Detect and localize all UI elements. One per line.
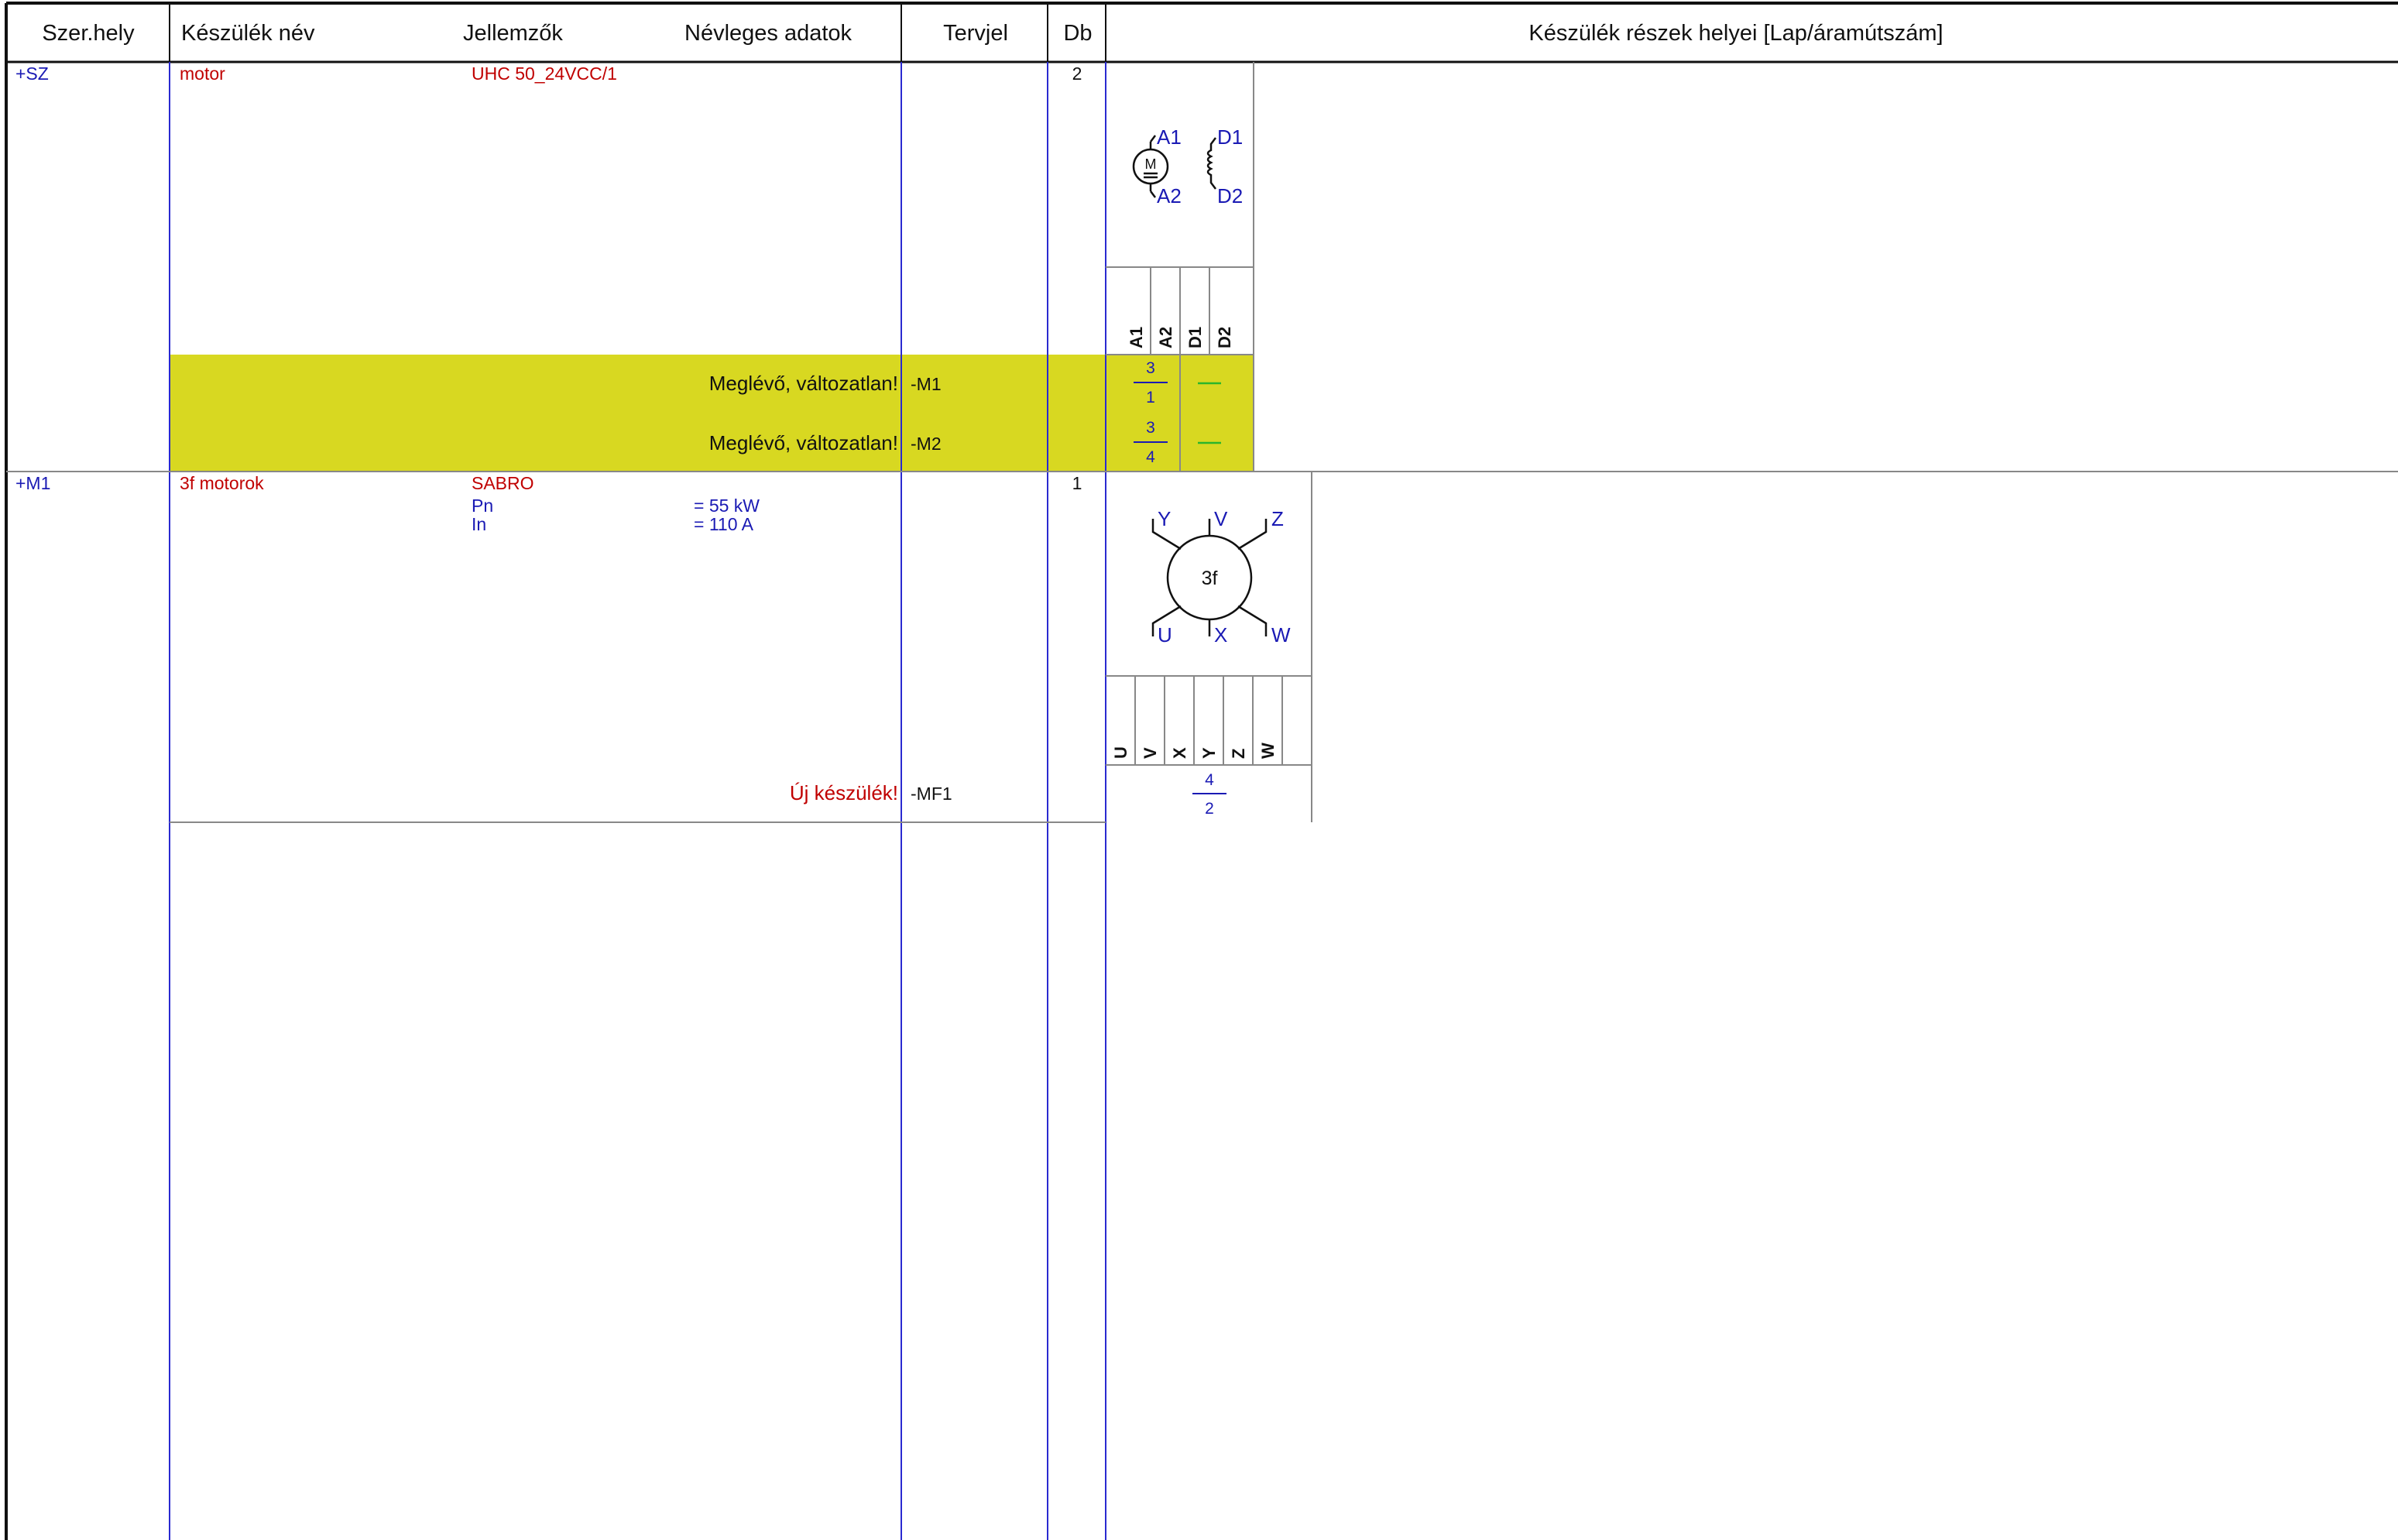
terminal-label-a2: A2 — [1157, 184, 1182, 208]
terminal-label-z: Z — [1271, 507, 1284, 530]
terminal-header: A1 — [1127, 327, 1146, 348]
header-designation: Tervjel — [943, 21, 1008, 46]
terminal-header: V — [1141, 747, 1160, 759]
entry-path: 2 — [1205, 800, 1214, 818]
param-value: = 110 A — [694, 514, 754, 534]
param-name: Pn — [472, 496, 493, 516]
terminal-header: D1 — [1185, 327, 1205, 348]
row-qty: 1 — [1072, 473, 1082, 493]
entry-path: 4 — [1146, 448, 1155, 466]
header-qty: Db — [1063, 21, 1092, 46]
entry-page: 3 — [1146, 419, 1155, 437]
param-value: = 55 kW — [694, 496, 760, 516]
row-device-name: 3f motorok — [180, 473, 264, 493]
entry-designation: -M1 — [911, 374, 942, 394]
entry-path: 1 — [1146, 389, 1155, 406]
terminal-header: A2 — [1156, 327, 1175, 348]
row-qty: 2 — [1072, 63, 1082, 84]
terminal-label-y: Y — [1158, 507, 1171, 530]
header-location: Szer.hely — [42, 21, 135, 46]
header-row: Szer.hely Készülék név Jellemzők Névlege… — [42, 21, 1943, 46]
header-part-locations: Készülék részek helyei [Lap/áramútszám] — [1528, 21, 1943, 46]
entry-page: 4 — [1205, 771, 1214, 789]
entry-status: Meglévő, változatlan! — [709, 372, 898, 395]
terminal-header: U — [1111, 746, 1130, 759]
entry-status: Új készülék! — [790, 781, 898, 804]
entry-designation: -MF1 — [911, 784, 952, 804]
terminal-header: W — [1258, 743, 1278, 759]
terminal-label-a1: A1 — [1157, 125, 1182, 149]
terminal-label-v: V — [1214, 507, 1228, 530]
table-row: +M1 3f motorok SABRO Pn = 55 kW In = 110… — [15, 472, 1312, 822]
terminal-label-d1: D1 — [1217, 125, 1243, 149]
row-device-name: motor — [180, 63, 225, 84]
terminal-header: X — [1170, 747, 1189, 759]
row-location: +M1 — [15, 473, 50, 493]
body-column-lines — [169, 62, 1106, 1540]
motor-center-label: 3f — [1202, 568, 1218, 589]
terminal-label-x: X — [1214, 623, 1227, 647]
table-frame — [5, 2, 2398, 1540]
motor-m-label: M — [1145, 156, 1157, 172]
terminal-header: D2 — [1215, 327, 1234, 348]
row-characteristics: SABRO — [472, 473, 534, 493]
header-device-name: Készülék név — [181, 21, 315, 46]
terminal-label-u: U — [1158, 623, 1172, 647]
header-rated-data: Névleges adatok — [684, 21, 853, 46]
entry-designation: -M2 — [911, 434, 942, 454]
terminal-label-d2: D2 — [1217, 184, 1243, 208]
row-characteristics: UHC 50_24VCC/1 — [472, 63, 617, 84]
row-separators — [6, 471, 2398, 823]
terminal-label-w: W — [1271, 623, 1291, 647]
header-characteristics: Jellemzők — [463, 21, 563, 46]
param-name: In — [472, 514, 486, 534]
entry-status: Meglévő, változatlan! — [709, 431, 898, 454]
terminal-header: Z — [1229, 749, 1248, 759]
entry-page: 3 — [1146, 359, 1155, 377]
row-location: +SZ — [15, 63, 49, 84]
terminal-header: Y — [1199, 747, 1219, 759]
device-list-sheet: Szer.hely Készülék név Jellemzők Névlege… — [5, 2, 2398, 1540]
